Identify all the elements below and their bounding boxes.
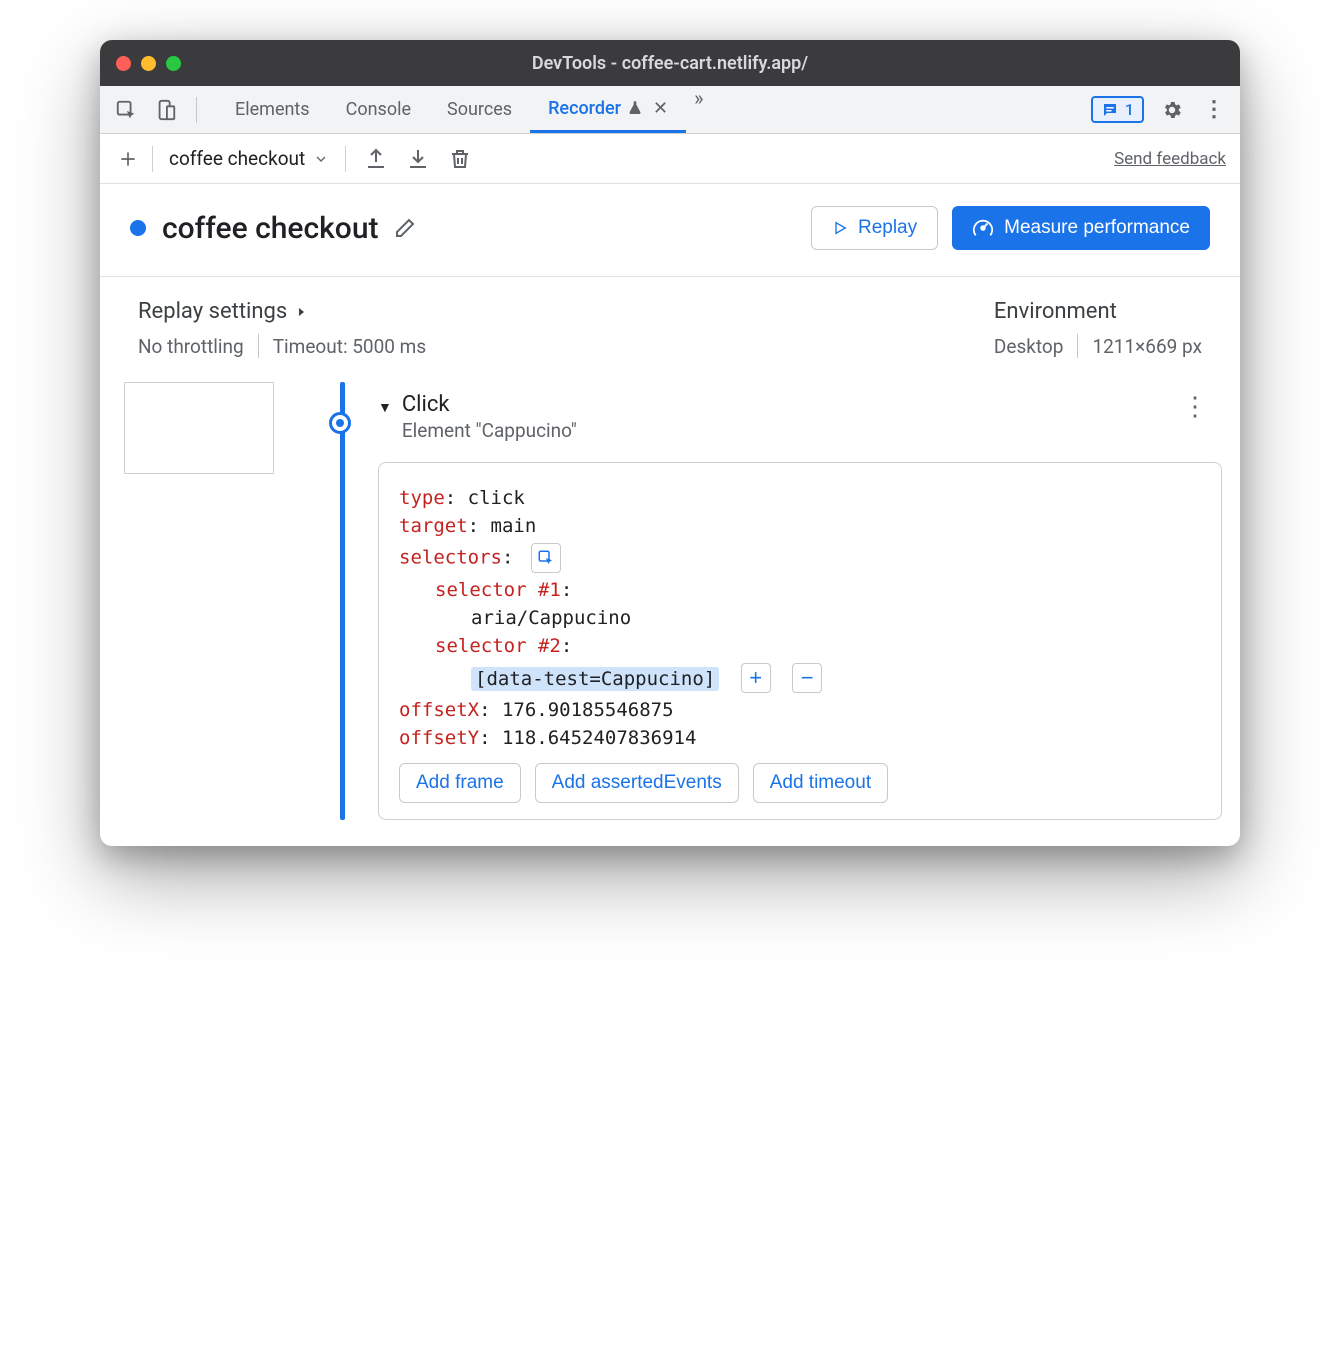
window-title: DevTools - coffee-cart.netlify.app/ [100, 53, 1240, 74]
timeline-rail [318, 382, 362, 820]
prop-target[interactable]: target: main [399, 515, 1201, 537]
recorder-subbar: coffee checkout Send feedback [100, 134, 1240, 184]
gauge-icon [972, 217, 994, 239]
step-marker[interactable] [329, 412, 351, 434]
tab-recorder[interactable]: Recorder ✕ [530, 86, 686, 133]
add-frame-button[interactable]: Add frame [399, 763, 521, 803]
minimize-window-button[interactable] [141, 56, 156, 71]
replay-settings-heading[interactable]: Replay settings [138, 299, 426, 324]
edit-pencil-icon[interactable] [393, 216, 417, 240]
close-window-button[interactable] [116, 56, 131, 71]
new-recording-button[interactable] [114, 145, 142, 173]
screenshot-thumbnail[interactable] [124, 382, 274, 474]
devtools-window: DevTools - coffee-cart.netlify.app/ Elem… [100, 40, 1240, 846]
tab-console[interactable]: Console [328, 86, 429, 133]
step-title: Click [402, 392, 577, 417]
remove-selector-button[interactable]: − [792, 663, 822, 693]
measure-performance-button[interactable]: Measure performance [952, 206, 1210, 250]
add-timeout-button[interactable]: Add timeout [753, 763, 888, 803]
chevron-down-icon [313, 151, 329, 167]
devtools-tabbar: Elements Console Sources Recorder ✕ » 1 … [100, 86, 1240, 134]
settings-row: Replay settings No throttling Timeout: 5… [100, 277, 1240, 382]
add-asserted-events-button[interactable]: Add assertedEvents [535, 763, 739, 803]
titlebar: DevTools - coffee-cart.netlify.app/ [100, 40, 1240, 86]
step-details-card: type: click target: main selectors: sele… [378, 462, 1222, 820]
step-header[interactable]: ▼ Click Element "Cappucino" [378, 392, 1222, 442]
zoom-window-button[interactable] [166, 56, 181, 71]
issues-badge[interactable]: 1 [1091, 96, 1144, 123]
prop-selector-1[interactable]: selector #1: [399, 579, 1201, 601]
recording-selector-label: coffee checkout [169, 147, 305, 170]
viewport-value: 1211×669 px [1092, 335, 1202, 358]
divider [258, 334, 259, 358]
kebab-menu-icon[interactable]: ⋮ [1200, 96, 1228, 124]
inspect-element-icon[interactable] [112, 96, 140, 124]
prop-offsety[interactable]: offsetY: 118.6452407836914 [399, 727, 1201, 749]
prop-type[interactable]: type: click [399, 487, 1201, 509]
close-tab-icon[interactable]: ✕ [653, 98, 668, 119]
recording-header: coffee checkout Replay Measure performan… [100, 184, 1240, 277]
send-feedback-link[interactable]: Send feedback [1114, 149, 1226, 169]
divider [1077, 334, 1078, 358]
tab-elements[interactable]: Elements [217, 86, 328, 133]
issues-count: 1 [1125, 100, 1134, 119]
chevron-right-icon [295, 304, 307, 320]
selector-1-value[interactable]: aria/Cappucino [399, 607, 1201, 629]
traffic-lights [116, 56, 181, 71]
step-subtitle: Element "Cappucino" [402, 419, 577, 442]
step-area: ⋮ ▼ Click Element "Cappucino" type: clic… [100, 382, 1240, 846]
prop-offsetx[interactable]: offsetX: 176.90185546875 [399, 699, 1201, 721]
settings-gear-icon[interactable] [1158, 96, 1186, 124]
add-selector-button[interactable]: + [741, 663, 771, 693]
device-value: Desktop [994, 335, 1064, 358]
timeout-value: Timeout: 5000 ms [273, 335, 426, 358]
flask-icon [627, 99, 643, 117]
divider [196, 97, 197, 123]
expand-caret-icon[interactable]: ▼ [378, 399, 392, 416]
recording-title: coffee checkout [162, 211, 379, 246]
environment-heading: Environment [994, 299, 1202, 324]
chat-icon [1101, 101, 1119, 119]
divider [152, 146, 153, 172]
selector-2-value[interactable]: [data-test=Cappucino] + − [399, 663, 1201, 693]
prop-selectors[interactable]: selectors: [399, 543, 1201, 573]
prop-selector-2[interactable]: selector #2: [399, 635, 1201, 657]
selector-picker-icon[interactable] [531, 543, 561, 573]
recording-selector[interactable]: coffee checkout [163, 147, 335, 170]
more-tabs-icon[interactable]: » [686, 86, 711, 133]
play-icon [832, 219, 848, 237]
export-icon[interactable] [364, 147, 388, 171]
delete-icon[interactable] [448, 147, 472, 171]
divider [345, 146, 346, 172]
replay-button[interactable]: Replay [811, 206, 938, 250]
device-toolbar-icon[interactable] [152, 96, 180, 124]
recording-indicator-dot [130, 220, 146, 236]
tab-sources[interactable]: Sources [429, 86, 530, 133]
throttling-value: No throttling [138, 335, 244, 358]
step-kebab-icon[interactable]: ⋮ [1182, 392, 1210, 422]
import-icon[interactable] [406, 147, 430, 171]
